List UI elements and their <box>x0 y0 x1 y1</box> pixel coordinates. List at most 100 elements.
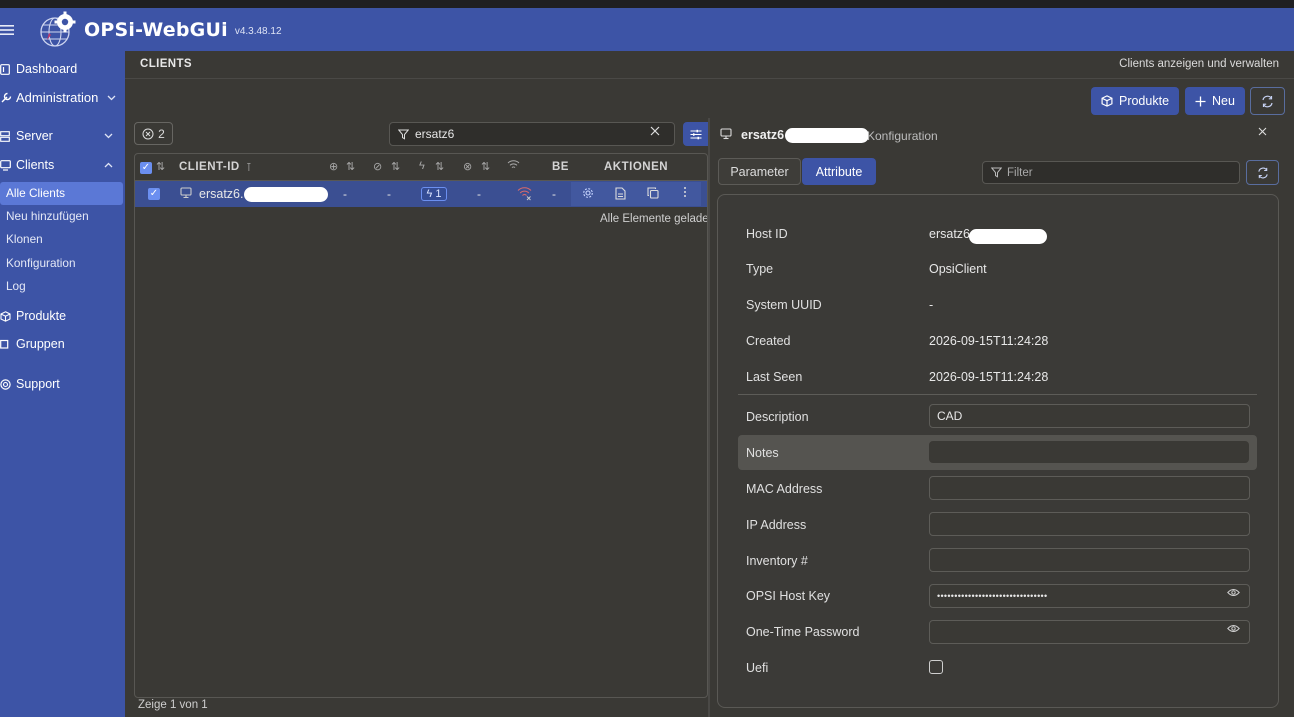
clear-filter-chip[interactable]: 2 <box>134 122 173 145</box>
pagination-info: Zeige 1 von 1 <box>138 699 208 711</box>
inventory-label: Inventory # <box>746 554 808 568</box>
filter-icon <box>398 129 409 140</box>
tab-parameter[interactable]: Parameter <box>718 158 801 185</box>
sort-icon[interactable]: ⇅ <box>435 160 444 173</box>
sidebar-subitem-add-new[interactable]: Neu hinzufügen <box>6 209 89 223</box>
sidebar-item-products[interactable]: Produkte <box>0 309 66 323</box>
x-circle-icon[interactable]: ⊗ <box>463 160 472 173</box>
sidebar-item-support[interactable]: Support <box>0 377 60 391</box>
filter-count: 2 <box>158 126 165 141</box>
attribute-filter-placeholder: Filter <box>1007 166 1033 179</box>
chevron-up-icon <box>104 162 113 168</box>
refresh-details-button[interactable] <box>1246 160 1279 185</box>
sidebar-item-server[interactable]: Server <box>0 129 113 143</box>
sidebar-item-label: Support <box>16 377 60 391</box>
app-logo[interactable]: OPSi-WebGUi v4.3.48.12 <box>38 10 282 50</box>
upload-circle-icon[interactable]: ⊕ <box>329 160 338 173</box>
filter-icon <box>991 167 1002 178</box>
close-icon[interactable] <box>1258 127 1267 136</box>
app-version: v4.3.48.12 <box>234 25 282 37</box>
mac-address-field[interactable] <box>929 476 1250 500</box>
app-name: OPSi-WebGUi <box>84 18 228 41</box>
details-subtitle: Konfiguration <box>867 129 938 143</box>
eye-icon[interactable] <box>1227 624 1240 633</box>
sidebar-subitem-configuration[interactable]: Konfiguration <box>6 256 76 270</box>
check-circle-icon[interactable]: ⊘ <box>373 160 382 173</box>
row-checkbox[interactable]: ✓ <box>148 188 160 200</box>
more-options-icon[interactable] <box>683 186 687 198</box>
wifi-icon[interactable] <box>507 159 520 170</box>
refresh-button[interactable] <box>1250 87 1285 115</box>
client-id-cell[interactable]: ersatz6. <box>199 187 243 201</box>
ip-address-field[interactable] <box>929 512 1250 536</box>
search-input[interactable] <box>415 127 635 141</box>
opsi-host-key-field[interactable]: •••••••••••••••••••••••••••••••• <box>929 584 1250 608</box>
refresh-icon <box>1261 95 1274 108</box>
cell-successful: - <box>387 187 391 201</box>
column-client-id[interactable]: CLIENT-ID <box>179 161 240 173</box>
details-title: ersatz6 <box>741 128 785 142</box>
sidebar-item-clients[interactable]: Clients <box>0 158 113 172</box>
page-title: CLIENTS <box>140 58 192 70</box>
uefi-label: Uefi <box>746 661 769 675</box>
sidebar-item-label: Dashboard <box>16 62 78 76</box>
new-button[interactable]: Neu <box>1185 87 1245 115</box>
attribute-filter[interactable]: Filter <box>982 161 1240 184</box>
clear-search-icon[interactable] <box>650 126 660 136</box>
opsi-host-key-label: OPSI Host Key <box>746 589 831 603</box>
last-seen-label: Last Seen <box>746 370 803 384</box>
sidebar-item-administration[interactable]: Administration <box>0 90 116 105</box>
lightning-icon: ϟ <box>426 188 433 200</box>
clients-table: ✓ ⇅ CLIENT-ID ⊺ ⊕ ⇅ ⊘ ⇅ ϟ ⇅ ⊗ ⇅ BE AKTIO… <box>134 153 708 698</box>
server-icon <box>0 130 16 142</box>
inventory-field[interactable] <box>929 548 1250 572</box>
products-button[interactable]: Produkte <box>1091 87 1179 115</box>
sidebar-subitem-log[interactable]: Log <box>6 279 26 293</box>
cell-failed: - <box>477 187 481 201</box>
one-time-password-field[interactable] <box>929 620 1250 644</box>
pin-icon[interactable]: ⊺ <box>246 161 252 174</box>
sort-icon[interactable]: ⇅ <box>391 160 400 173</box>
sidebar-item-label: Gruppen <box>16 337 65 351</box>
client-details-panel: ersatz6 Konfiguration Parameter Attribut… <box>710 118 1294 717</box>
log-file-icon[interactable] <box>615 187 626 200</box>
description-label: Description <box>746 410 809 424</box>
monitor-icon <box>720 128 732 140</box>
host-id-value: ersatz6. <box>929 227 974 241</box>
box-icon <box>0 310 16 322</box>
sidebar-item-label: Produkte <box>16 309 67 323</box>
sidebar-subitem-all-clients[interactable]: Alle Clients <box>0 182 123 205</box>
box-icon <box>1101 95 1113 107</box>
gear-icon[interactable] <box>582 187 594 199</box>
column-be[interactable]: BE <box>552 161 569 173</box>
notes-field[interactable] <box>929 441 1249 463</box>
uefi-checkbox[interactable] <box>929 660 943 674</box>
table-row[interactable]: ✓ ersatz6. - - ϟ 1 - - <box>135 181 707 207</box>
column-actions: AKTIONEN <box>604 161 669 173</box>
description-field[interactable]: CAD <box>929 404 1250 428</box>
tab-attribute[interactable]: Attribute <box>802 158 876 185</box>
plus-icon <box>1195 96 1206 107</box>
column-settings-button[interactable] <box>683 122 708 146</box>
sidebar-item-groups[interactable]: Gruppen <box>0 337 65 351</box>
attributes-card: Host ID ersatz6. Type OpsiClient System … <box>717 194 1279 708</box>
ip-address-label: IP Address <box>746 518 807 532</box>
sort-icon[interactable]: ⇅ <box>346 160 355 173</box>
eye-icon[interactable] <box>1227 588 1240 597</box>
menu-icon[interactable] <box>0 24 18 36</box>
details-header: ersatz6 Konfiguration <box>710 118 1294 152</box>
cell-installed: - <box>343 187 347 201</box>
chevron-down-icon <box>104 133 113 139</box>
actions-count: 1 <box>435 188 442 200</box>
system-uuid-label: System UUID <box>746 298 822 312</box>
client-search <box>389 122 675 146</box>
sidebar-item-dashboard[interactable]: Dashboard <box>0 62 77 76</box>
select-all-checkbox[interactable]: ✓ <box>140 162 152 174</box>
copy-icon[interactable] <box>647 187 659 199</box>
folder-icon <box>0 339 16 349</box>
lightning-icon[interactable]: ϟ <box>419 160 425 172</box>
sort-icon[interactable]: ⇅ <box>481 160 490 173</box>
sidebar-subitem-clone[interactable]: Klonen <box>6 232 43 246</box>
sort-icon[interactable]: ⇅ <box>156 160 165 173</box>
system-uuid-value: - <box>929 298 934 312</box>
